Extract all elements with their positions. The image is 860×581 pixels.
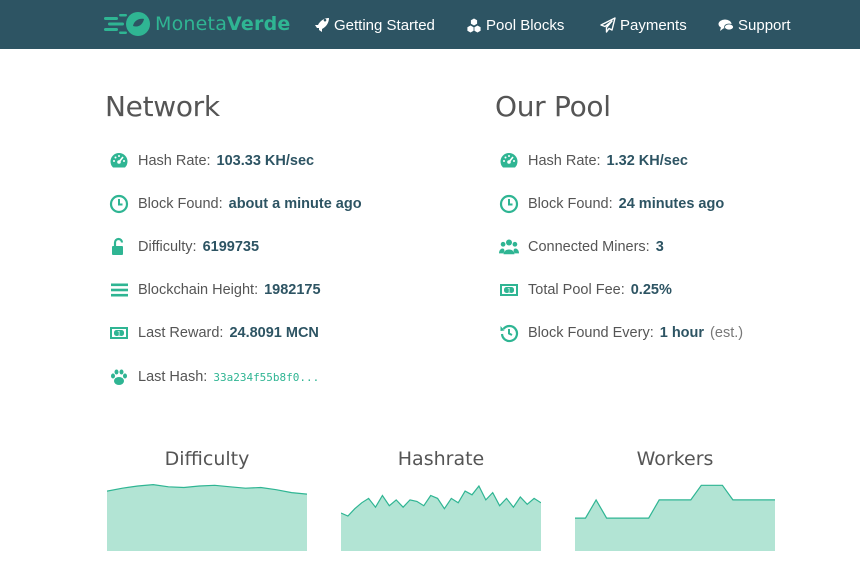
nav-support[interactable]: Support [718,14,791,36]
money-icon: 1 [498,279,520,301]
nav-getting-started[interactable]: Getting Started [314,14,435,36]
unlock-icon [108,236,130,258]
network-difficulty: Difficulty: 6199735 [108,236,259,258]
last-hash-link[interactable]: 33a234f55b8f0... [213,371,319,384]
difficulty-sparkline [107,483,307,551]
sparkline-area [107,484,307,551]
pool-hashrate: Hash Rate: 1.32 KH/sec [498,150,688,172]
network-block-found: Block Found: about a minute ago [108,193,362,215]
network-last-reward: 1 Last Reward: 24.8091 MCN [108,322,319,344]
pool-total-fee: 1 Total Pool Fee: 0.25% [498,279,672,301]
brand-logo[interactable]: MonetaVerde [104,8,290,40]
cubes-icon [466,17,482,33]
svg-text:1: 1 [507,287,511,294]
sparkline-area [341,486,541,551]
nav-label: Pool Blocks [486,16,565,34]
hashrate-sparkline [341,484,541,551]
nav-label: Getting Started [334,16,435,34]
chart-title-difficulty: Difficulty [164,448,250,470]
paper-plane-icon [600,17,616,33]
users-icon [498,236,520,258]
chart-title-workers: Workers [636,448,714,470]
comments-icon [718,19,734,31]
network-last-hash: Last Hash: 33a234f55b8f0... [108,366,319,388]
nav-pool-blocks[interactable]: Pool Blocks [466,14,564,36]
rocket-icon [315,18,329,32]
bars-icon [108,279,130,301]
chart-title-hashrate: Hashrate [397,448,485,470]
tachometer-icon [108,150,130,172]
history-icon [498,322,520,344]
svg-text:1: 1 [117,330,121,337]
network-hashrate: Hash Rate: 103.33 KH/sec [108,150,314,172]
nav-label: Payments [620,16,687,34]
tachometer-icon [498,150,520,172]
workers-sparkline [575,484,775,551]
pool-title: Our Pool [495,90,611,123]
logo-icon [104,12,150,36]
network-blockchain-height: Blockchain Height: 1982175 [108,279,321,301]
nav-label: Support [738,16,791,34]
network-title: Network [105,90,220,123]
pool-block-found: Block Found: 24 minutes ago [498,193,724,215]
nav-payments[interactable]: Payments [600,14,687,36]
brand-name: MonetaVerde [155,13,291,35]
clock-icon [108,193,130,215]
navbar: MonetaVerde Getting Started Pool Blocks … [0,0,860,49]
money-icon: 1 [108,322,130,344]
sparkline-area [575,485,775,551]
paw-icon [108,366,130,388]
pool-block-every: Block Found Every: 1 hour (est.) [498,322,743,344]
pool-connected-miners: Connected Miners: 3 [498,236,664,258]
clock-icon [498,193,520,215]
